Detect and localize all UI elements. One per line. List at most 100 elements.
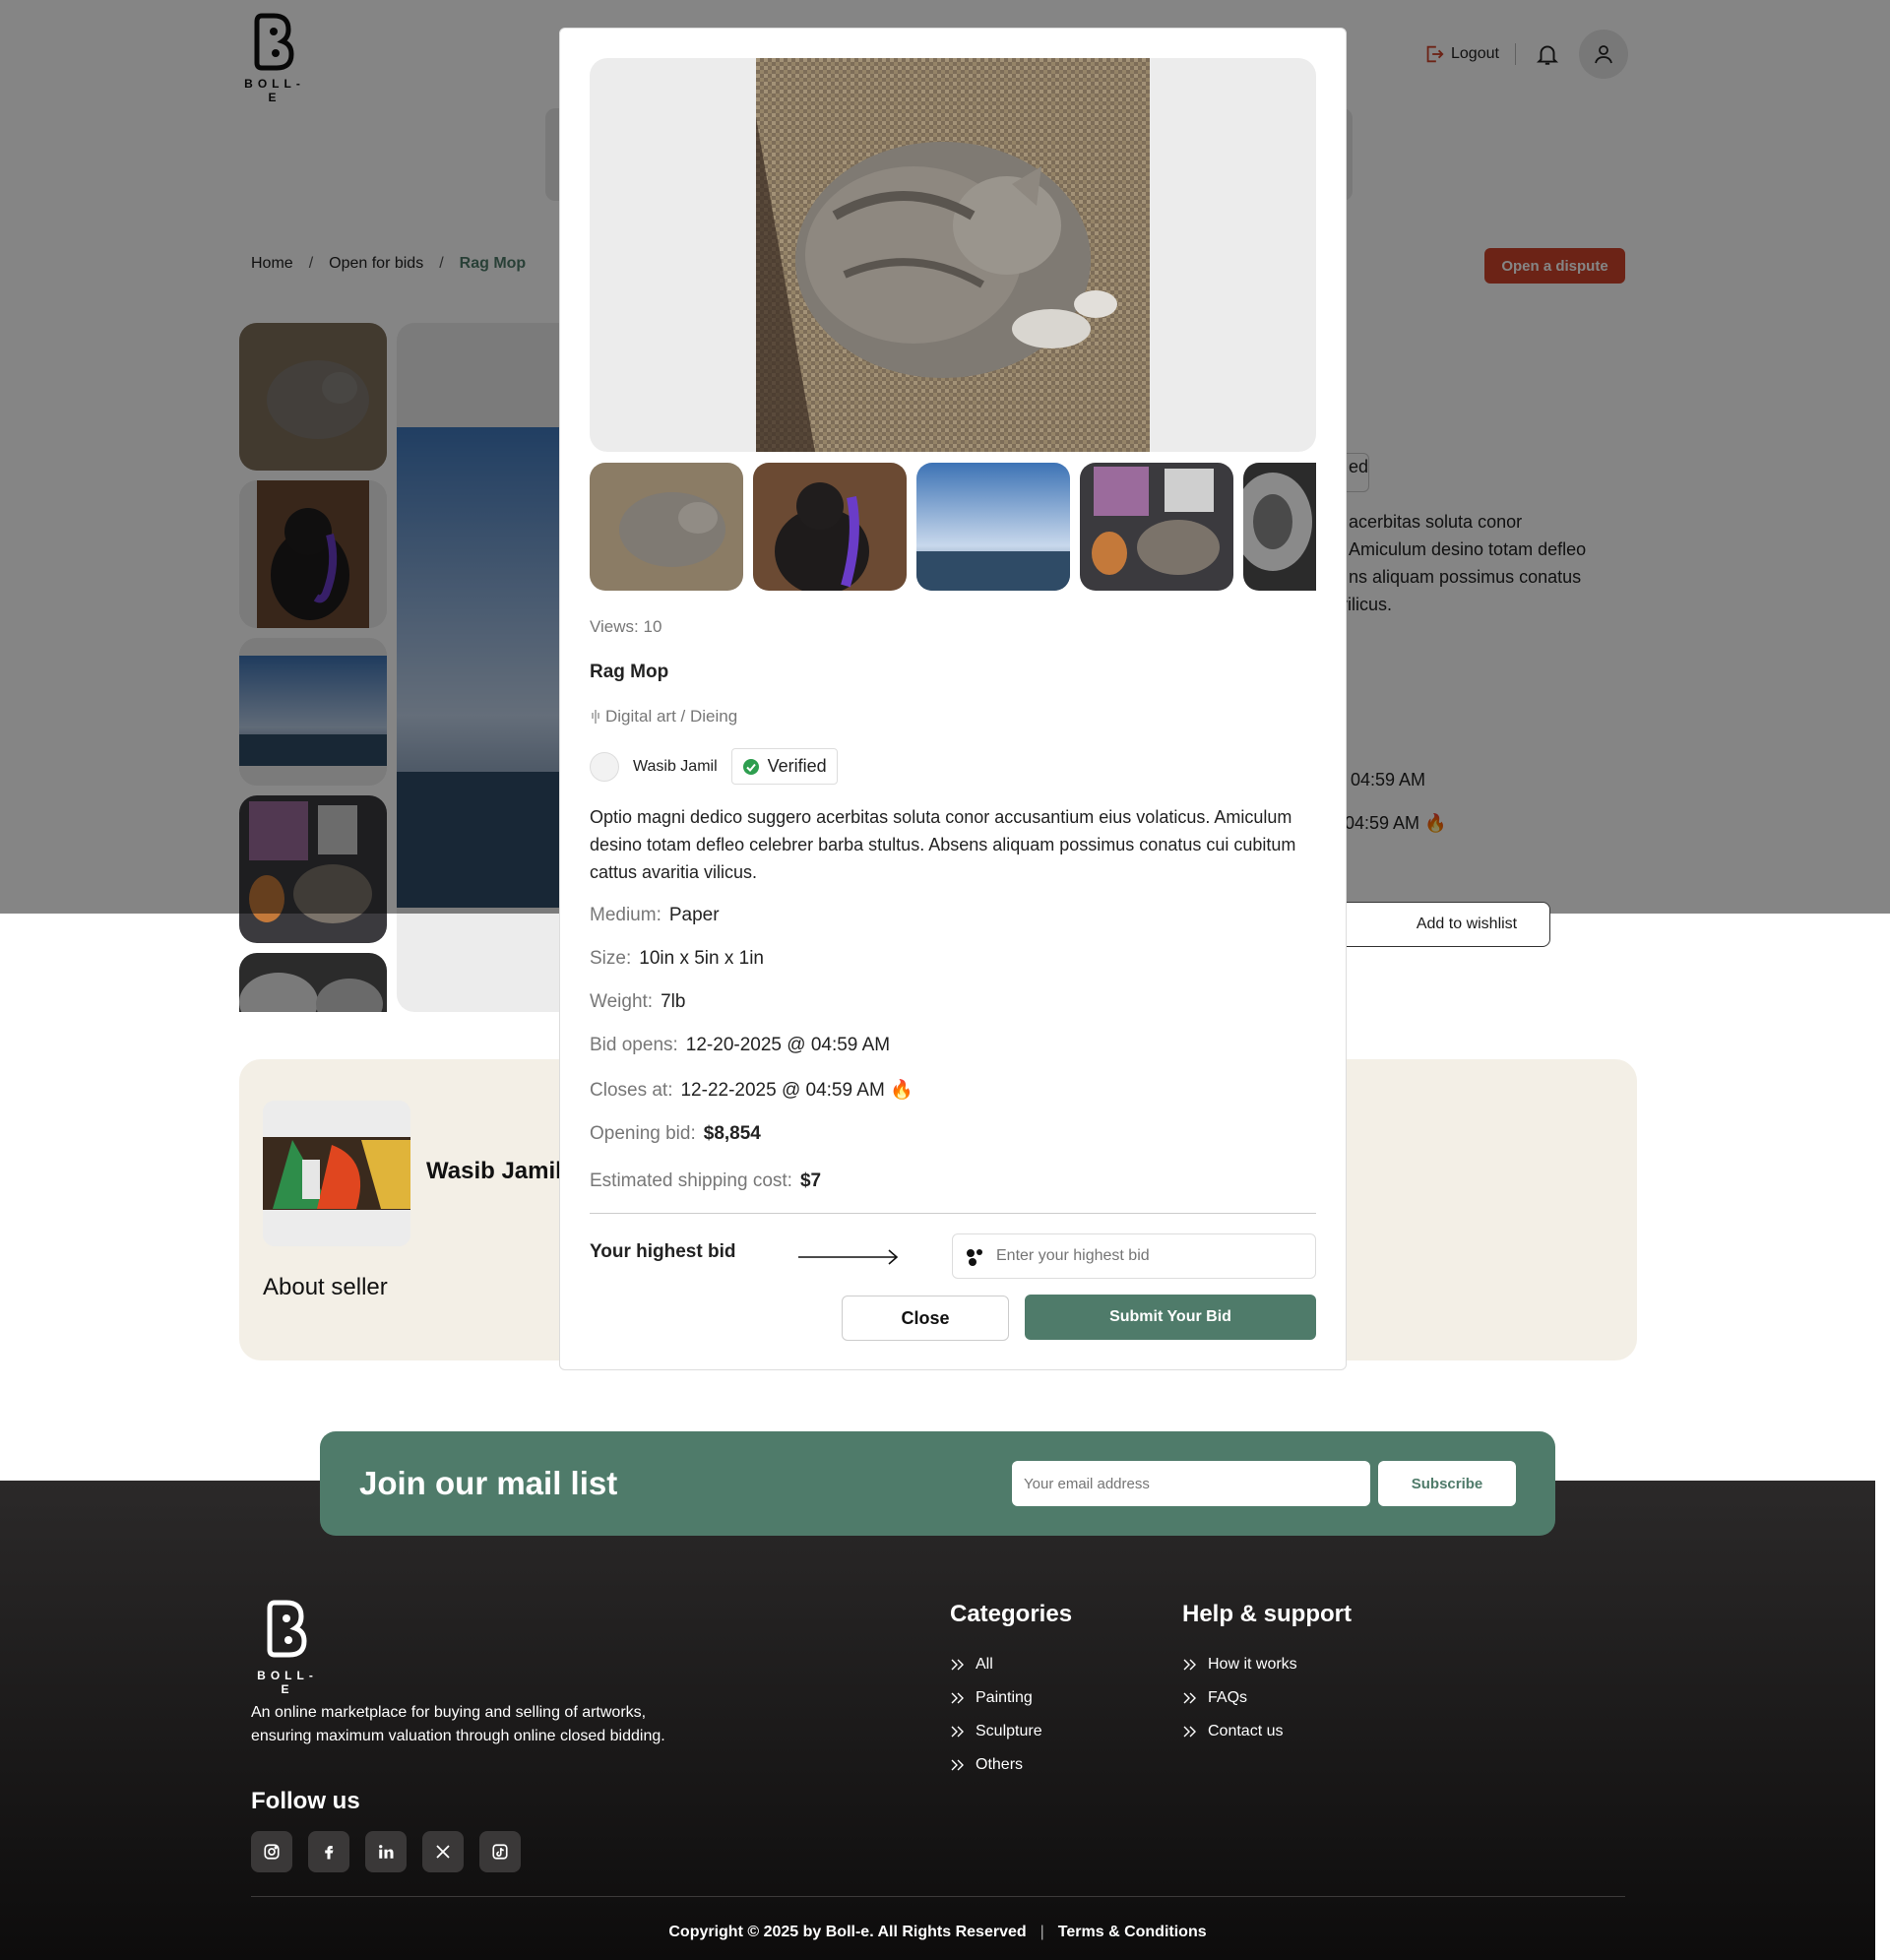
seller-name[interactable]: Wasib Jamil: [426, 1158, 562, 1185]
double-chevron-icon: [951, 1692, 964, 1704]
detail-label: Bid opens:: [590, 1035, 678, 1055]
facebook-icon: [325, 1846, 334, 1860]
black-cat-image: [753, 463, 907, 591]
footer-link-all[interactable]: All: [950, 1648, 1072, 1681]
footer-link-contact[interactable]: Contact us: [1182, 1715, 1352, 1748]
categories-heading: Categories: [950, 1601, 1073, 1627]
terms-link[interactable]: Terms & Conditions: [1058, 1924, 1207, 1940]
help-heading: Help & support: [1182, 1601, 1352, 1627]
detail-shipping-cost: Estimated shipping cost: $7: [590, 1170, 821, 1192]
footer-link-label: FAQs: [1208, 1689, 1248, 1706]
linkedin-icon: [379, 1845, 394, 1859]
highest-bid-label: Your highest bid: [590, 1241, 736, 1262]
x-link[interactable]: [422, 1831, 464, 1872]
modal-thumbnail[interactable]: [1243, 463, 1316, 591]
category-icon: [592, 710, 599, 724]
copyright-separator: |: [1040, 1924, 1044, 1940]
mail-list-banner: Join our mail list Subscribe: [320, 1431, 1555, 1536]
copyright-bar: Copyright © 2025 by Boll-e. All Rights R…: [0, 1924, 1875, 1941]
seller-name[interactable]: Wasib Jamil: [633, 758, 718, 776]
footer-link-label: Contact us: [1208, 1723, 1284, 1739]
submit-bid-button[interactable]: Submit Your Bid: [1025, 1295, 1316, 1340]
social-links: [251, 1831, 521, 1872]
detail-label: Opening bid:: [590, 1123, 696, 1144]
footer-link-label: How it works: [1208, 1656, 1297, 1673]
modal-thumbnail[interactable]: [753, 463, 907, 591]
tiktok-link[interactable]: [479, 1831, 521, 1872]
footer-link-label: All: [976, 1656, 993, 1673]
cat-sleeping-image: [590, 463, 743, 591]
detail-bid-opens: Bid opens: 12-20-2025 @ 04:59 AM: [590, 1035, 890, 1056]
tiktok-icon: [492, 1844, 508, 1860]
instagram-icon: [264, 1844, 280, 1860]
product-page: BOLL-E Logout Home / Open for bids / Rag…: [0, 0, 1890, 1960]
detail-label: Size:: [590, 948, 632, 969]
about-seller-heading: About seller: [263, 1274, 388, 1300]
mail-list-title: Join our mail list: [359, 1465, 618, 1501]
footer-link-sculpture[interactable]: Sculpture: [950, 1715, 1072, 1748]
detail-label: Medium:: [590, 905, 662, 925]
arrow-right-icon: [798, 1249, 899, 1265]
detail-label: Weight:: [590, 991, 654, 1012]
seller-artwork-thumb[interactable]: [263, 1101, 410, 1246]
footer-link-faqs[interactable]: FAQs: [1182, 1681, 1352, 1715]
artwork-seller: Wasib Jamil Verified: [590, 748, 838, 785]
site-footer: BOLL-E An online marketplace for buying …: [0, 1481, 1875, 1960]
artwork-category: Digital art / Dieing: [590, 707, 737, 727]
detail-value: 7lb: [661, 991, 686, 1012]
add-to-wishlist-button[interactable]: Add to wishlist: [1324, 902, 1550, 947]
cat-sleeping-image: [756, 58, 1150, 452]
modal-thumbnail[interactable]: [916, 463, 1070, 591]
footer-divider: [251, 1896, 1625, 1897]
detail-medium: Medium: Paper: [590, 905, 720, 926]
highest-bid-input[interactable]: [996, 1247, 1292, 1265]
facebook-link[interactable]: [308, 1831, 349, 1872]
footer-help: Help & support How it works FAQs Contact…: [1182, 1601, 1352, 1748]
detail-opening-bid: Opening bid: $8,854: [590, 1123, 761, 1145]
detail-value: 12-22-2025 @ 04:59 AM 🔥: [680, 1080, 914, 1101]
highest-bid-field[interactable]: [952, 1233, 1316, 1279]
double-chevron-icon: [951, 1659, 964, 1671]
footer-categories: Categories All Painting Sculpture Others: [950, 1601, 1072, 1782]
linkedin-link[interactable]: [365, 1831, 407, 1872]
detail-value: 12-20-2025 @ 04:59 AM: [685, 1035, 891, 1055]
detail-value: Paper: [668, 905, 720, 925]
seller-avatar[interactable]: [590, 751, 619, 782]
category-text: Digital art / Dieing: [605, 707, 738, 726]
verified-label: Verified: [767, 756, 827, 776]
modal-thumbnails: [590, 463, 1316, 591]
subscribe-button[interactable]: Subscribe: [1378, 1461, 1516, 1506]
double-chevron-icon: [1183, 1726, 1196, 1738]
double-chevron-icon: [951, 1726, 964, 1738]
gallery-thumbnail[interactable]: [239, 953, 387, 1012]
modal-main-image[interactable]: [590, 58, 1316, 452]
verified-badge: Verified: [730, 748, 838, 785]
detail-label: Estimated shipping cost:: [590, 1170, 792, 1191]
footer-link-how-it-works[interactable]: How it works: [1182, 1648, 1352, 1681]
footer-link-painting[interactable]: Painting: [950, 1681, 1072, 1715]
modal-thumbnail[interactable]: [1080, 463, 1233, 591]
footer-link-others[interactable]: Others: [950, 1748, 1072, 1782]
modal-divider: [590, 1213, 1316, 1214]
email-input[interactable]: [1012, 1461, 1370, 1506]
close-button[interactable]: Close: [842, 1296, 1009, 1341]
abstract-artwork-image: [263, 1101, 410, 1246]
footer-description: An online marketplace for buying and sel…: [251, 1704, 665, 1744]
bid-modal: Views: 10 Rag Mop Digital art / Dieing W…: [559, 28, 1347, 1370]
verified-check-icon: [742, 758, 759, 775]
modal-thumbnail[interactable]: [590, 463, 743, 591]
logo-text: BOLL-E: [257, 1669, 318, 1696]
artwork-description: Optio magni dedico suggero acerbitas sol…: [590, 807, 1296, 882]
sea-sky-image: [916, 463, 1070, 591]
x-icon: [436, 1845, 450, 1859]
views-count: Views: 10: [590, 617, 662, 636]
detail-value: 10in x 5in x 1in: [639, 948, 764, 969]
detail-label: Closes at:: [590, 1080, 673, 1101]
instagram-link[interactable]: [251, 1831, 292, 1872]
gray-abstract-image: [239, 953, 387, 1012]
detail-value: $7: [799, 1170, 822, 1191]
logo-mark: [267, 1600, 307, 1658]
gray-abstract-image: [1243, 463, 1316, 591]
bid-icon: [967, 1249, 982, 1266]
footer-logo[interactable]: BOLL-E: [251, 1599, 324, 1696]
